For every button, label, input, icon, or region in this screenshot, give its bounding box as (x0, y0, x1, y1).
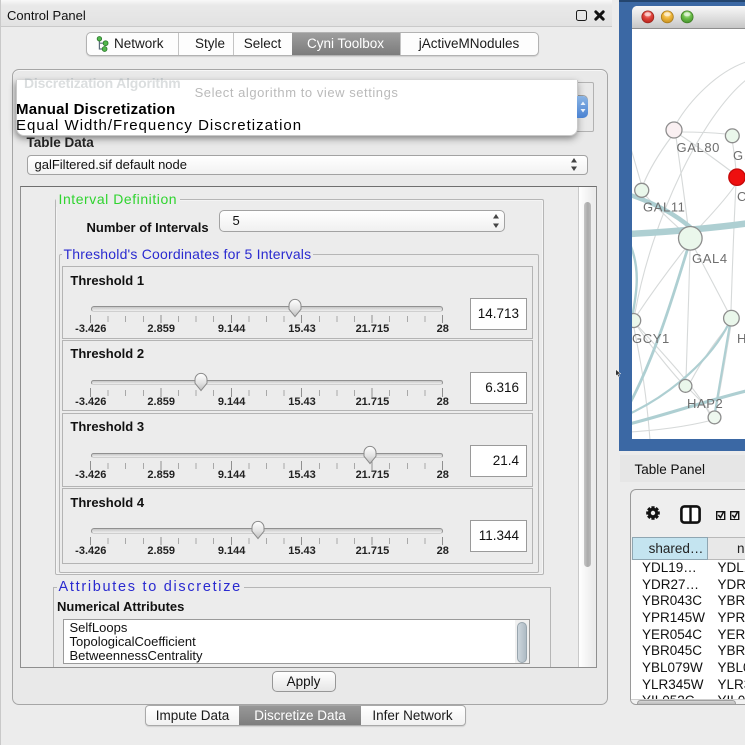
svg-text:GCY1: GCY1 (632, 331, 670, 346)
svg-text:GAL11: GAL11 (643, 200, 686, 215)
svg-text:GAL4: GAL4 (692, 251, 728, 266)
svg-text:H: H (737, 331, 745, 346)
svg-text:GAL80: GAL80 (676, 140, 719, 155)
svg-text:C: C (737, 189, 745, 204)
svg-text:HAP2: HAP2 (687, 396, 723, 411)
svg-text:G.: G. (733, 148, 745, 163)
